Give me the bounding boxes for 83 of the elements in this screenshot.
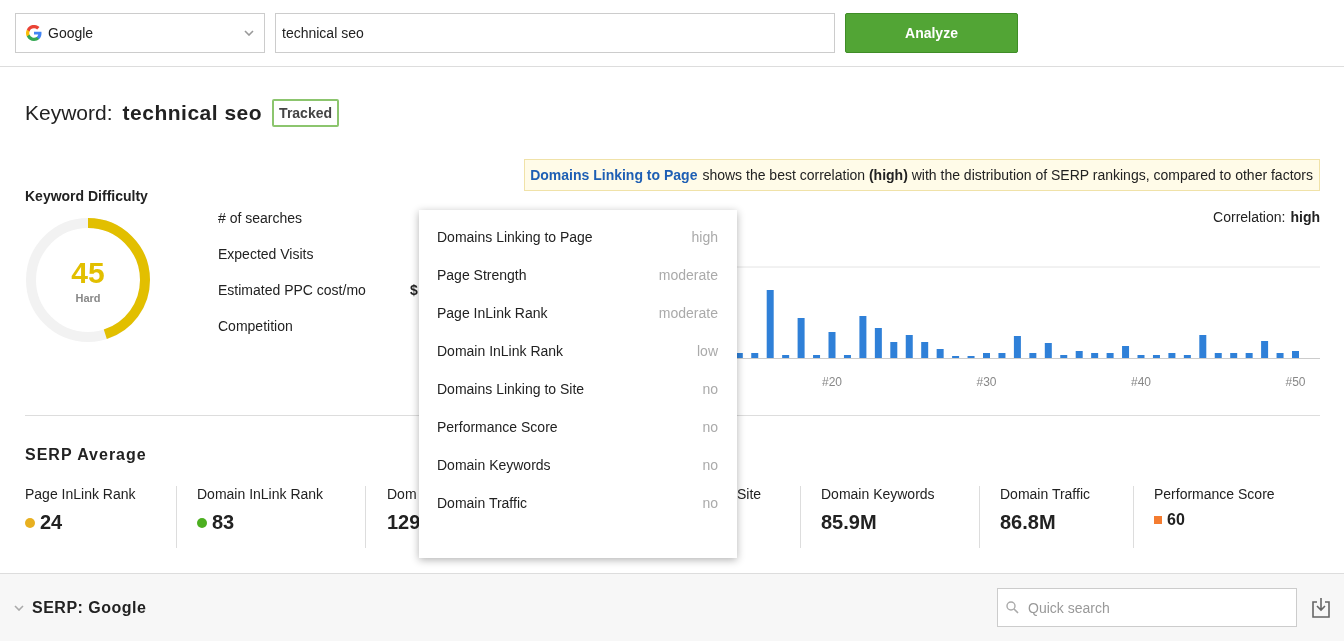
menu-item[interactable]: Domain Keywords no: [419, 457, 737, 495]
chart-bar: [1060, 355, 1068, 358]
chart-bar: [828, 332, 836, 358]
chart-bar: [1261, 341, 1269, 358]
difficulty-rating: Hard: [75, 292, 101, 304]
chart-bar: [843, 355, 851, 358]
axis-label: #50: [1285, 375, 1306, 389]
chart-bar: [998, 353, 1006, 358]
chart-bar: [1230, 353, 1238, 358]
menu-item[interactable]: Page InLink Rank moderate: [419, 305, 737, 343]
chart-bar: [859, 316, 867, 358]
metric-label: Domain InLink Rank: [197, 486, 325, 502]
metric-label: Performance Score: [1154, 486, 1276, 502]
google-logo-icon: [26, 25, 42, 41]
chart-bar: [751, 353, 759, 358]
difficulty-title: Keyword Difficulty: [25, 188, 149, 204]
chart-bar: [1122, 346, 1130, 358]
correlation-value: high: [1290, 209, 1320, 225]
keyword-label: Keyword:: [25, 101, 113, 125]
chart-bar: [1292, 351, 1299, 358]
chart-bar: [1106, 353, 1114, 358]
menu-item[interactable]: Domain InLink Rank low: [419, 343, 737, 381]
insight-text: shows the best correlation (high) with the distribution of SERP rankings, compared to other factors: [702, 167, 1313, 183]
keyword-text: technical seo: [122, 101, 263, 125]
metric-label: Site: [737, 486, 763, 502]
metric-value: 83: [212, 511, 235, 534]
menu-item[interactable]: Domains Linking to Page high: [419, 229, 737, 267]
chart-bar: [905, 335, 913, 358]
factor-link[interactable]: Domains Linking to Page: [530, 167, 698, 183]
menu-item[interactable]: Performance Score no: [419, 419, 737, 457]
chart-bar: [1276, 353, 1284, 358]
metric-label: Estimated PPC cost/mo: [218, 282, 367, 300]
chart-bar: [1168, 353, 1176, 358]
chart-bar: [874, 328, 882, 358]
chart-bar: [890, 342, 898, 358]
chart-bar: [1013, 336, 1021, 358]
metric-value: $: [410, 282, 418, 300]
chart-bar: [1214, 353, 1222, 358]
metric-label: Expected Visits: [218, 246, 315, 264]
search-engine-name: Google: [48, 25, 95, 41]
chart-bar: [1075, 351, 1083, 358]
chart-bar: [1183, 355, 1191, 358]
chart-bar: [813, 355, 821, 358]
metric-value: 60: [1167, 511, 1185, 529]
metric-label: Page InLink Rank: [25, 486, 137, 502]
metric-label: Competition: [218, 318, 294, 336]
chart-bar: [1029, 353, 1037, 358]
metric-value: 85.9M: [821, 511, 877, 534]
chevron-down-icon: [244, 30, 254, 36]
chart-bar: [983, 353, 990, 358]
menu-item[interactable]: Page Strength moderate: [419, 267, 737, 305]
difficulty-score: 45: [71, 256, 105, 290]
metric-label: Dom: [387, 486, 418, 502]
metric-label: Domain Keywords: [821, 486, 936, 502]
chart-bar: [766, 290, 774, 358]
quick-search-field[interactable]: Quick search: [997, 588, 1297, 627]
chart-bar: [1091, 353, 1099, 358]
section-title: SERP Average: [25, 446, 148, 464]
metric-label: Domain Traffic: [1000, 486, 1091, 502]
metric-value: 24: [40, 511, 63, 534]
search-engine-dropdown[interactable]: Google: [15, 13, 265, 53]
menu-item[interactable]: Domains Linking to Site no: [419, 381, 737, 419]
metric-value: 86.8M: [1000, 511, 1056, 534]
axis-label: #20: [822, 375, 842, 389]
axis-label: #40: [1131, 375, 1151, 389]
axis-label: #30: [976, 375, 997, 389]
menu-item[interactable]: Domain Traffic no: [419, 495, 737, 533]
download-icon[interactable]: [1310, 596, 1332, 619]
serp-section-title: SERP: Google: [32, 598, 148, 617]
chart-bar: [1044, 343, 1052, 358]
chart-bar: [1199, 335, 1207, 358]
chart-bar: [1245, 353, 1253, 358]
metric-label: # of searches: [218, 210, 304, 228]
chart-bar: [797, 318, 805, 358]
tracked-badge: Tracked: [272, 99, 340, 127]
chart-bar: [1152, 355, 1160, 358]
chart-bar: [782, 355, 790, 358]
metric-value: 129: [387, 511, 421, 534]
correlation-label: Correlation:: [1213, 209, 1286, 225]
chart-bar: [936, 349, 944, 358]
chart-bar: [1137, 355, 1145, 358]
chart-bar: [921, 342, 929, 358]
keyword-input[interactable]: technical seo: [275, 13, 835, 53]
